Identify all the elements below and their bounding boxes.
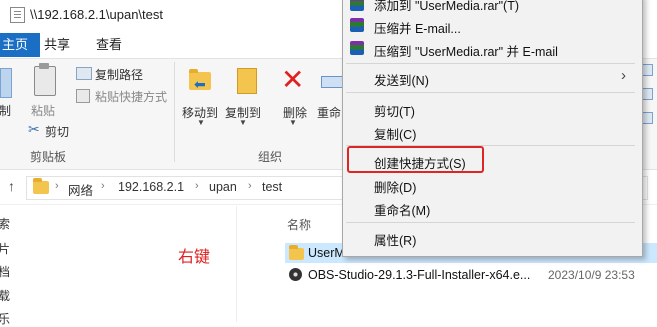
- file-name[interactable]: OBS-Studio-29.1.3-Full-Installer-x64.e..…: [308, 268, 530, 282]
- menu-separator: [346, 63, 635, 64]
- annotation-right-click: 右键: [178, 249, 211, 266]
- folder-icon: [289, 245, 304, 260]
- paste-shortcut-button[interactable]: 粘贴快捷方式: [95, 88, 167, 105]
- column-header-name[interactable]: 名称: [287, 216, 311, 233]
- chevron-down-icon[interactable]: ▼: [289, 118, 297, 127]
- up-arrow-icon[interactable]: ↑: [8, 178, 15, 194]
- menu-separator: [346, 92, 635, 93]
- window-icon: [10, 7, 25, 23]
- paste-button[interactable]: 粘贴: [31, 102, 55, 119]
- nav-item[interactable]: 片: [0, 240, 10, 257]
- menu-item-properties[interactable]: 属性(R): [374, 230, 416, 249]
- chevron-right-icon[interactable]: ›: [55, 180, 59, 192]
- menu-item-delete[interactable]: 删除(D): [374, 177, 416, 196]
- winrar-icon: [350, 41, 364, 55]
- copy-icon[interactable]: [0, 68, 12, 98]
- chevron-down-icon[interactable]: ▼: [239, 118, 247, 127]
- nav-item[interactable]: 档: [0, 263, 10, 280]
- copy-to-icon[interactable]: [237, 68, 257, 94]
- copy-path-button[interactable]: 复制路径: [95, 66, 143, 83]
- delete-icon[interactable]: ✕: [281, 66, 304, 94]
- winrar-icon: [350, 0, 364, 11]
- obs-app-icon: [289, 268, 302, 281]
- menu-item-compress-to-email[interactable]: 压缩到 "UserMedia.rar" 并 E-mail: [374, 41, 558, 60]
- arrow-left-icon: ⬅: [194, 76, 206, 92]
- copy-button[interactable]: 制: [0, 102, 11, 119]
- rename-icon[interactable]: [321, 76, 343, 88]
- breadcrumb-test[interactable]: test: [262, 180, 282, 194]
- menu-item-cut[interactable]: 剪切(T): [374, 101, 415, 120]
- chevron-right-icon: ›: [621, 67, 626, 84]
- highlight-annotation-box: [347, 146, 484, 173]
- cut-button[interactable]: 剪切: [45, 123, 69, 140]
- chevron-right-icon[interactable]: ›: [101, 180, 105, 192]
- tab-share[interactable]: 共享: [32, 33, 82, 57]
- tab-view[interactable]: 查看: [84, 33, 134, 57]
- ribbon-divider: [174, 62, 175, 162]
- file-date: 2023/10/9 23:53: [548, 268, 635, 282]
- nav-item[interactable]: 载: [0, 287, 10, 304]
- breadcrumb-network[interactable]: 网络: [68, 180, 93, 199]
- menu-item-send-to[interactable]: 发送到(N): [374, 70, 429, 89]
- breadcrumb-upan[interactable]: upan: [209, 180, 237, 194]
- folder-icon: [33, 178, 49, 194]
- menu-item-copy[interactable]: 复制(C): [374, 124, 416, 143]
- paste-icon[interactable]: [34, 66, 56, 96]
- copy-path-icon[interactable]: [76, 67, 92, 80]
- menu-item-compress-email[interactable]: 压缩并 E-mail...: [374, 18, 461, 37]
- paste-shortcut-icon[interactable]: [76, 89, 90, 103]
- clipboard-clip-icon: [39, 63, 49, 69]
- menu-item-rename[interactable]: 重命名(M): [374, 200, 430, 219]
- rename-button[interactable]: 重命: [317, 104, 341, 121]
- breadcrumb-host[interactable]: 192.168.2.1: [118, 180, 184, 194]
- chevron-right-icon[interactable]: ›: [195, 180, 199, 192]
- scissors-icon[interactable]: ✂: [28, 121, 40, 138]
- winrar-icon: [350, 18, 364, 32]
- nav-item[interactable]: 乐: [0, 310, 10, 327]
- chevron-right-icon[interactable]: ›: [248, 180, 252, 192]
- clipboard-group-label: 剪贴板: [30, 150, 67, 164]
- window-title: \\192.168.2.1\upan\test: [30, 7, 163, 22]
- organize-group-label: 组织: [258, 150, 283, 164]
- chevron-down-icon[interactable]: ▼: [197, 118, 205, 127]
- menu-item-add-to-archive[interactable]: 添加到 "UserMedia.rar"(T): [374, 0, 519, 14]
- nav-item[interactable]: 索: [0, 215, 10, 232]
- menu-separator: [346, 222, 635, 223]
